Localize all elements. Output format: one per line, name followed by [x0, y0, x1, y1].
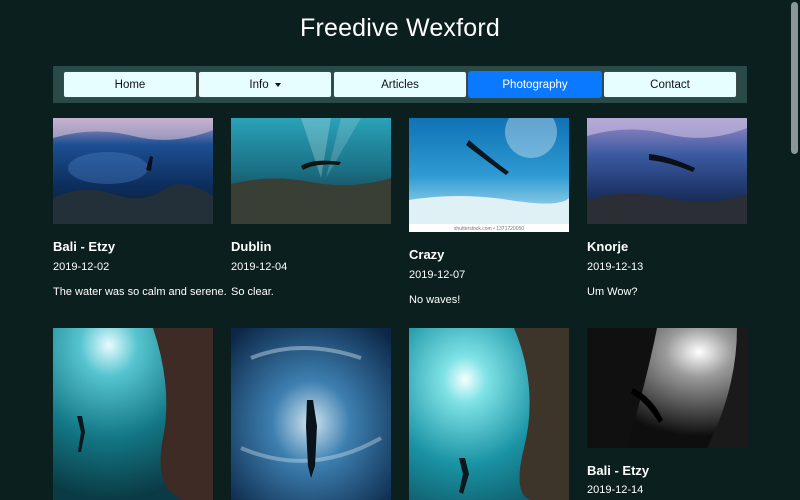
card-date: 2019-12-14 — [587, 484, 644, 496]
card-title: Crazy — [409, 247, 445, 262]
card-title: Bali - Etzy — [587, 463, 650, 478]
photo-whirl-diver[interactable] — [231, 328, 391, 500]
photo-reef-diver[interactable] — [53, 328, 213, 500]
scrollbar[interactable] — [789, 0, 800, 500]
card-description: So clear. — [231, 286, 274, 298]
nav-home-label: Home — [114, 78, 146, 91]
photo-bali-diver[interactable] — [53, 118, 213, 224]
photo-dublin-diver[interactable] — [231, 118, 391, 224]
nav-articles[interactable]: Articles — [333, 71, 467, 98]
card-date: 2019-12-02 — [53, 261, 110, 273]
card-description: Um Wow? — [587, 286, 638, 298]
site-title: Freedive Wexford — [299, 14, 501, 42]
card-description: No waves! — [409, 294, 461, 306]
nav-contact-label: Contact — [650, 78, 690, 91]
card-date: 2019-12-04 — [231, 261, 288, 273]
card-date: 2019-12-07 — [409, 269, 466, 281]
card-title: Knorje — [587, 239, 629, 254]
nav-articles-label: Articles — [381, 78, 419, 91]
nav-photography[interactable]: Photography — [468, 71, 602, 98]
card-title: Dublin — [231, 239, 272, 254]
caret-down-icon — [274, 82, 281, 87]
photo-knorje-diver[interactable] — [587, 118, 747, 224]
photo-crazy-diver[interactable]: shutterstock.com • 1371720050 — [409, 118, 569, 232]
card-description: The water was so calm and serene. — [53, 286, 227, 298]
nav-contact[interactable]: Contact — [603, 71, 737, 98]
scrollbar-thumb[interactable] — [791, 2, 798, 154]
nav-photography-label: Photography — [502, 78, 568, 91]
photo-sunbeam-diver[interactable] — [409, 328, 569, 500]
page: Freedive Wexford Home Info Articles Phot… — [0, 0, 800, 500]
main-nav: Home Info Articles Photography Contact — [53, 66, 747, 103]
card-date: 2019-12-13 — [587, 261, 644, 273]
watermark: shutterstock.com • 1371720050 — [454, 226, 524, 232]
photo-cave-diver[interactable] — [587, 328, 747, 448]
card-title: Bali - Etzy — [53, 239, 116, 254]
nav-home[interactable]: Home — [63, 71, 197, 98]
nav-info-dropdown[interactable]: Info — [198, 71, 332, 98]
nav-info-label: Info — [249, 78, 269, 91]
